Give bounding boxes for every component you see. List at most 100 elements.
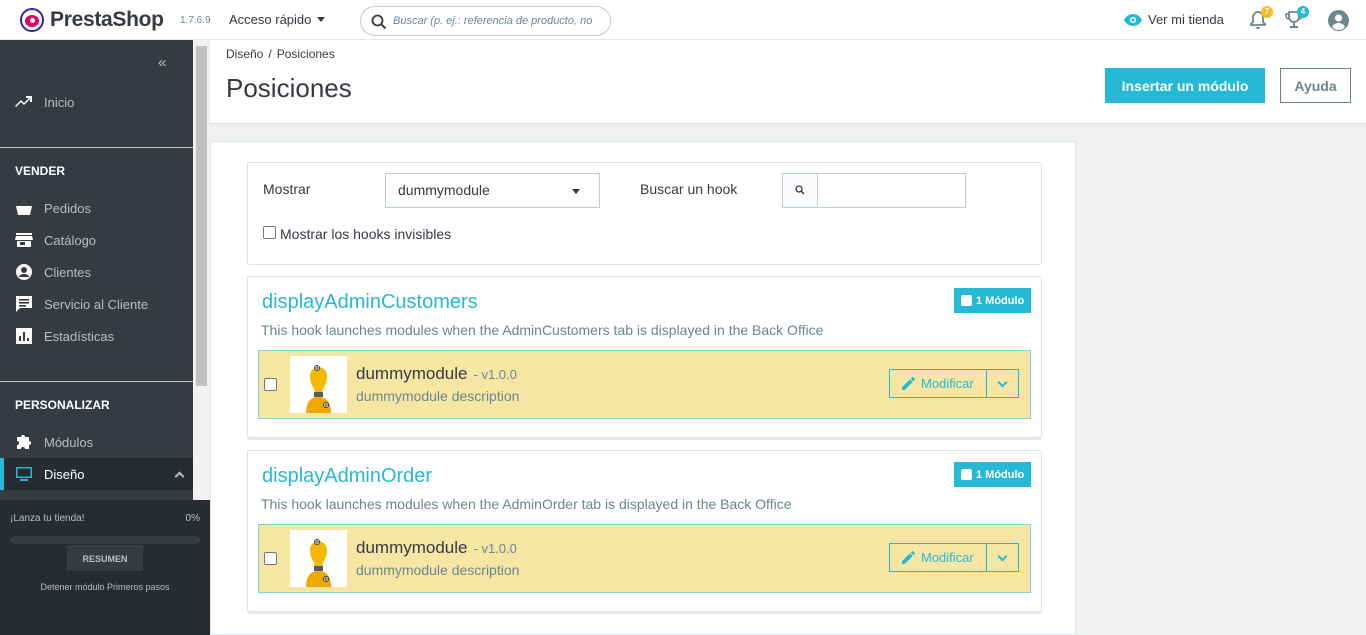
onboarding-panel: ¡Lanza tu tienda! 0% RESUMEN Detener mód… xyxy=(0,500,210,635)
sidebar-divider xyxy=(0,147,193,148)
dummy-module-icon xyxy=(306,364,331,413)
select-all-checkbox[interactable] xyxy=(961,295,972,306)
collapse-icon[interactable]: « xyxy=(158,54,166,71)
sidebar-item-inicio[interactable]: Inicio xyxy=(0,86,193,118)
stop-onboarding-link[interactable]: Detener módulo Primeros pasos xyxy=(0,582,210,592)
page-title: Posiciones xyxy=(226,73,352,103)
sidebar-scrollbar[interactable] xyxy=(193,40,210,500)
chat-icon xyxy=(16,296,32,312)
top-header: PrestaShop 1.7.6.9 Acceso rápido Ver mi … xyxy=(0,0,1366,40)
notifications-badge: 7 xyxy=(1261,6,1273,18)
notifications-button[interactable]: 7 xyxy=(1249,6,1273,35)
chevron-down-icon xyxy=(997,551,1008,562)
search-addon xyxy=(783,174,818,207)
edit-dropdown-toggle[interactable] xyxy=(986,369,1019,398)
module-name: dummymodule - v1.0.0 xyxy=(356,538,517,558)
sidebar-item-clientes[interactable]: Clientes xyxy=(0,256,193,288)
trophy-badge: 4 xyxy=(1297,6,1309,18)
pencil-icon xyxy=(902,377,915,390)
module-logo xyxy=(290,530,347,587)
sidebar-item-label: Clientes xyxy=(44,264,91,280)
module-name: dummymodule - v1.0.0 xyxy=(356,364,517,384)
filter-panel: Mostrar dummymodule Buscar un hook Mostr… xyxy=(247,162,1042,265)
edit-button[interactable]: Modificar xyxy=(889,369,987,398)
page-header: Diseño / Posiciones Posiciones Insertar un… xyxy=(210,40,1366,124)
person-icon xyxy=(16,264,32,280)
scrollbar-thumb[interactable] xyxy=(196,46,207,386)
sidebar-item-label: Módulos xyxy=(44,434,94,450)
sidebar-item-estadisticas[interactable]: Estadísticas xyxy=(0,320,193,352)
sidebar-item-label: Inicio xyxy=(44,94,75,110)
customize-heading: PERSONALIZAR xyxy=(15,398,110,412)
module-logo xyxy=(290,356,347,413)
module-checkbox[interactable] xyxy=(264,552,277,565)
sell-heading: VENDER xyxy=(15,164,66,178)
sidebar-item-catalogo[interactable]: Catálogo xyxy=(0,224,193,256)
hook-panel: displayAdminOrder This hook launches mod… xyxy=(247,450,1042,612)
user-icon xyxy=(1328,10,1349,31)
hook-search-input[interactable] xyxy=(819,174,965,207)
sidebar-item-label: Pedidos xyxy=(44,200,91,216)
trophy-button[interactable]: 4 xyxy=(1285,6,1309,35)
module-row: dummymodule - v1.0.0 dummymodule descript… xyxy=(258,350,1031,419)
module-name-text: dummymodule xyxy=(356,538,468,557)
hook-module-count-badge[interactable]: 1 Módulo xyxy=(954,288,1031,313)
positions-card: Mostrar dummymodule Buscar un hook Mostr… xyxy=(210,141,1076,635)
insert-module-button[interactable]: Insertar un módulo xyxy=(1105,68,1265,103)
sidebar-item-servicio[interactable]: Servicio al Cliente xyxy=(0,288,193,320)
edit-label: Modificar xyxy=(921,376,974,391)
module-version: - v1.0.0 xyxy=(473,541,517,556)
onboarding-percent: 0% xyxy=(185,513,200,524)
module-select[interactable]: dummymodule xyxy=(385,173,600,208)
resumen-button[interactable]: RESUMEN xyxy=(66,544,144,572)
hook-module-count-badge[interactable]: 1 Módulo xyxy=(954,462,1031,487)
module-checkbox[interactable] xyxy=(264,378,277,391)
view-store-link[interactable]: Ver mi tienda xyxy=(1124,12,1224,27)
badge-label: 1 Módulo xyxy=(976,294,1025,307)
brand-name: PrestaShop xyxy=(50,8,164,31)
sidebar-item-label: Catálogo xyxy=(44,232,97,248)
breadcrumb: Diseño / Posiciones xyxy=(226,47,335,61)
hook-description: This hook launches modules when the Admi… xyxy=(261,496,792,512)
version-label: 1.7.6.9 xyxy=(180,15,211,26)
trend-icon xyxy=(15,96,32,107)
module-version: - v1.0.0 xyxy=(473,367,517,382)
select-all-checkbox[interactable] xyxy=(961,469,972,480)
store-icon xyxy=(15,233,33,247)
chevron-down-icon xyxy=(997,377,1008,388)
breadcrumb-parent[interactable]: Diseño xyxy=(226,47,263,61)
module-name-text: dummymodule xyxy=(356,364,468,383)
chevron-up-icon xyxy=(174,471,185,481)
module-description: dummymodule description xyxy=(356,562,520,578)
show-invisible-label: Mostrar los hooks invisibles xyxy=(280,226,452,242)
pencil-icon xyxy=(902,551,915,564)
chart-icon xyxy=(16,328,32,344)
sidebar: « Inicio VENDER Pedidos Catálogo Cliente… xyxy=(0,40,210,635)
quick-access-menu[interactable]: Acceso rápido xyxy=(229,12,326,27)
sidebar-item-diseno[interactable]: Diseño xyxy=(0,458,193,490)
show-invisible-checkbox[interactable] xyxy=(263,226,276,239)
caret-down-icon xyxy=(317,17,326,22)
search-icon xyxy=(371,14,387,30)
help-button[interactable]: Ayuda xyxy=(1280,68,1351,103)
edit-dropdown-toggle[interactable] xyxy=(986,543,1019,572)
user-menu-button[interactable] xyxy=(1328,10,1349,36)
search-input[interactable] xyxy=(393,12,605,30)
breadcrumb-current: Posiciones xyxy=(276,47,335,61)
sidebar-divider xyxy=(0,381,193,382)
logo[interactable]: PrestaShop xyxy=(20,8,164,32)
sidebar-item-label: Diseño xyxy=(44,466,85,482)
onboarding-title: ¡Lanza tu tienda! xyxy=(10,513,85,524)
hook-name: displayAdminOrder xyxy=(262,465,433,487)
edit-button[interactable]: Modificar xyxy=(889,543,987,572)
sidebar-item-modulos[interactable]: Módulos xyxy=(0,426,193,458)
search-hook-label: Buscar un hook xyxy=(640,181,738,197)
view-store-label: Ver mi tienda xyxy=(1148,12,1224,27)
module-row: dummymodule - v1.0.0 dummymodule descript… xyxy=(258,524,1031,593)
header-search[interactable] xyxy=(360,6,611,36)
dummy-module-icon xyxy=(306,538,331,587)
logo-icon xyxy=(20,8,44,32)
sidebar-item-pedidos[interactable]: Pedidos xyxy=(0,192,193,224)
quick-access-label: Acceso rápido xyxy=(229,12,312,27)
onboarding-progress-bar xyxy=(10,536,200,544)
